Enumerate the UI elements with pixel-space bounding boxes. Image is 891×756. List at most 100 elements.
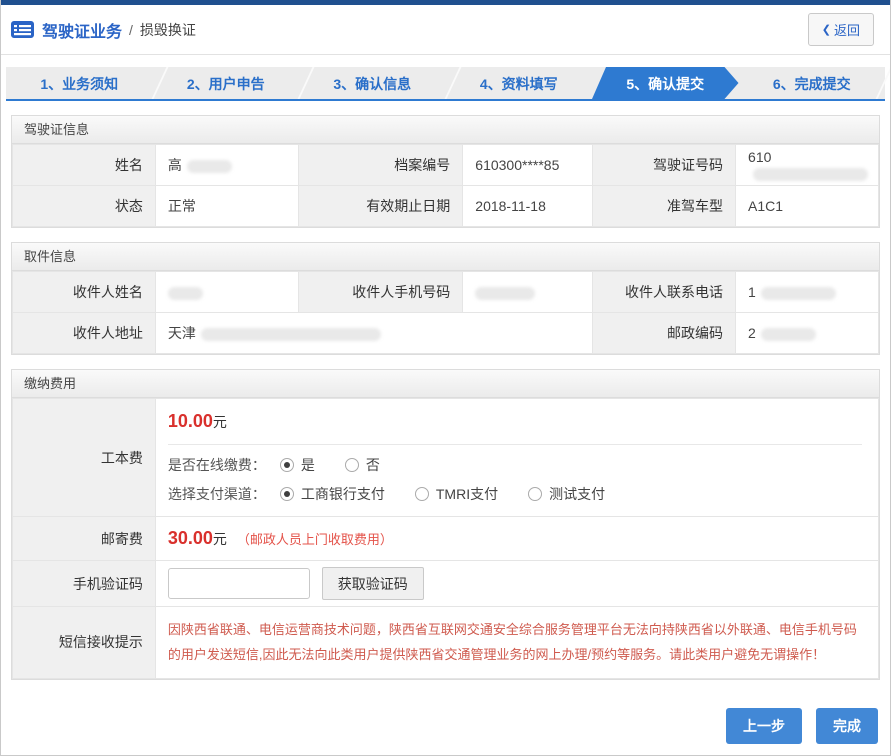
step-label: 3、确认信息 (333, 76, 411, 92)
get-sms-code-button[interactable]: 获取验证码 (322, 567, 424, 600)
step-label: 5、确认提交 (626, 76, 704, 92)
postage-fee-label: 邮寄费 (13, 517, 156, 561)
table-row: 姓名 高 档案编号 610300****85 驾驶证号码 610 (13, 145, 879, 186)
valid-until-label: 有效期止日期 (298, 186, 463, 227)
radio-no[interactable] (345, 458, 359, 472)
radio-icbc-label: 工商银行支付 (301, 484, 385, 504)
radio-icbc[interactable] (280, 487, 294, 501)
pay-online-question: 是否在线缴费： (168, 455, 266, 475)
step-wizard: 1、业务须知 2、用户申告 3、确认信息 4、资料填写 5、确认提交 6、完成提… (6, 67, 885, 101)
back-button-label: 返回 (834, 20, 860, 39)
channel-tmri-option: TMRI支付 (415, 484, 498, 504)
pay-online-yes-option: 是 (280, 455, 315, 475)
file-number-label: 档案编号 (298, 145, 463, 186)
footer-actions: 上一步 完成 (13, 708, 878, 744)
step-separator (876, 67, 891, 99)
step-2-declaration: 2、用户申告 (153, 67, 300, 99)
previous-step-button[interactable]: 上一步 (726, 708, 802, 744)
redacted-value (187, 160, 232, 173)
radio-tmri[interactable] (415, 487, 429, 501)
step-separator (298, 67, 315, 99)
status-value: 正常 (155, 186, 298, 227)
recipient-address-value: 天津 (155, 313, 592, 354)
name-value: 高 (155, 145, 298, 186)
file-number-value: 610300****85 (463, 145, 593, 186)
step-3-confirm-info: 3、确认信息 (299, 67, 446, 99)
work-fee-amount-row: 10.00元 (168, 411, 862, 432)
table-row: 手机验证码 获取验证码 (13, 561, 879, 607)
step-label: 1、业务须知 (40, 76, 118, 92)
step-label: 2、用户申告 (187, 76, 265, 92)
work-fee-label: 工本费 (13, 399, 156, 517)
page-header: 驾驶证业务 / 损毁换证 ❮ 返回 (1, 5, 890, 55)
page-title: 驾驶证业务 (42, 18, 122, 42)
step-5-confirm-submit-active: 5、确认提交 (592, 67, 739, 99)
vehicle-class-value: A1C1 (736, 186, 879, 227)
sms-tip-text: 因陕西省联通、电信运营商技术问题，陕西省互联网交通安全综合服务管理平台无法向持陕… (168, 617, 862, 668)
radio-yes-label: 是 (301, 455, 315, 475)
breadcrumb-current: 损毁换证 (140, 20, 196, 40)
step-label: 4、资料填写 (480, 76, 558, 92)
page-container: 驾驶证业务 / 损毁换证 ❮ 返回 1、业务须知 2、用户申告 3、确认信息 4… (0, 0, 891, 756)
sms-code-cell: 获取验证码 (155, 561, 878, 607)
divider (168, 444, 862, 445)
radio-tmri-label: TMRI支付 (436, 484, 498, 504)
postal-code-label: 邮政编码 (593, 313, 736, 354)
pickup-section-title: 取件信息 (12, 243, 879, 271)
table-row: 收件人姓名 收件人手机号码 收件人联系电话 1 (13, 272, 879, 313)
pay-online-no-option: 否 (345, 455, 380, 475)
postal-code-value: 2 (736, 313, 879, 354)
work-fee-amount: 10.00 (168, 411, 213, 431)
recipient-phone-label: 收件人联系电话 (593, 272, 736, 313)
radio-test-label: 测试支付 (549, 484, 605, 504)
work-fee-currency: 元 (213, 414, 227, 430)
radio-no-label: 否 (366, 455, 380, 475)
table-row: 收件人地址 天津 邮政编码 2 (13, 313, 879, 354)
name-label: 姓名 (13, 145, 156, 186)
license-info-table: 姓名 高 档案编号 610300****85 驾驶证号码 610 状态 正常 有… (12, 144, 879, 227)
pickup-info-table: 收件人姓名 收件人手机号码 收件人联系电话 1 收件人地址 天津 邮政编码 2 (12, 271, 879, 354)
recipient-phone-value: 1 (736, 272, 879, 313)
table-row: 短信接收提示 因陕西省联通、电信运营商技术问题，陕西省互联网交通安全综合服务管理… (13, 607, 879, 679)
sms-tip-cell: 因陕西省联通、电信运营商技术问题，陕西省互联网交通安全综合服务管理平台无法向持陕… (155, 607, 878, 679)
license-section-title: 驾驶证信息 (12, 116, 879, 144)
table-row: 状态 正常 有效期止日期 2018-11-18 准驾车型 A1C1 (13, 186, 879, 227)
vehicle-class-label: 准驾车型 (593, 186, 736, 227)
fees-section-title: 缴纳费用 (12, 370, 879, 398)
fees-section: 缴纳费用 工本费 10.00元 是否在线缴费： 是 (11, 369, 880, 680)
fees-table: 工本费 10.00元 是否在线缴费： 是 否 (12, 398, 879, 679)
work-fee-cell: 10.00元 是否在线缴费： 是 否 (155, 399, 878, 517)
valid-until-value: 2018-11-18 (463, 186, 593, 227)
radio-test[interactable] (528, 487, 542, 501)
sms-code-label: 手机验证码 (13, 561, 156, 607)
redacted-value (753, 168, 868, 181)
table-row: 工本费 10.00元 是否在线缴费： 是 否 (13, 399, 879, 517)
pay-channel-row: 选择支付渠道： 工商银行支付 TMRI支付 测试支付 (168, 484, 862, 504)
license-info-section: 驾驶证信息 姓名 高 档案编号 610300****85 驾驶证号码 610 状… (11, 115, 880, 228)
recipient-mobile-label: 收件人手机号码 (298, 272, 463, 313)
breadcrumb-separator: / (129, 22, 133, 38)
redacted-value (201, 328, 381, 341)
pay-online-row: 是否在线缴费： 是 否 (168, 455, 862, 475)
postage-fee-currency: 元 (213, 531, 227, 547)
radio-yes[interactable] (280, 458, 294, 472)
back-button[interactable]: ❮ 返回 (808, 13, 874, 46)
redacted-value (168, 287, 203, 300)
step-separator (444, 67, 461, 99)
sms-tip-label: 短信接收提示 (13, 607, 156, 679)
back-chevron-icon: ❮ (822, 23, 831, 36)
recipient-address-label: 收件人地址 (13, 313, 156, 354)
step-4-fill-data: 4、资料填写 (446, 67, 593, 99)
sms-code-input[interactable] (168, 568, 310, 599)
finish-button[interactable]: 完成 (816, 708, 878, 744)
recipient-name-value (155, 272, 298, 313)
license-form-icon (11, 21, 34, 38)
channel-icbc-option: 工商银行支付 (280, 484, 385, 504)
redacted-value (761, 328, 816, 341)
postage-fee-amount: 30.00 (168, 528, 213, 548)
redacted-value (475, 287, 535, 300)
redacted-value (761, 287, 836, 300)
step-6-complete: 6、完成提交 (739, 67, 886, 99)
license-number-label: 驾驶证号码 (593, 145, 736, 186)
table-row: 邮寄费 30.00元 （邮政人员上门收取费用） (13, 517, 879, 561)
